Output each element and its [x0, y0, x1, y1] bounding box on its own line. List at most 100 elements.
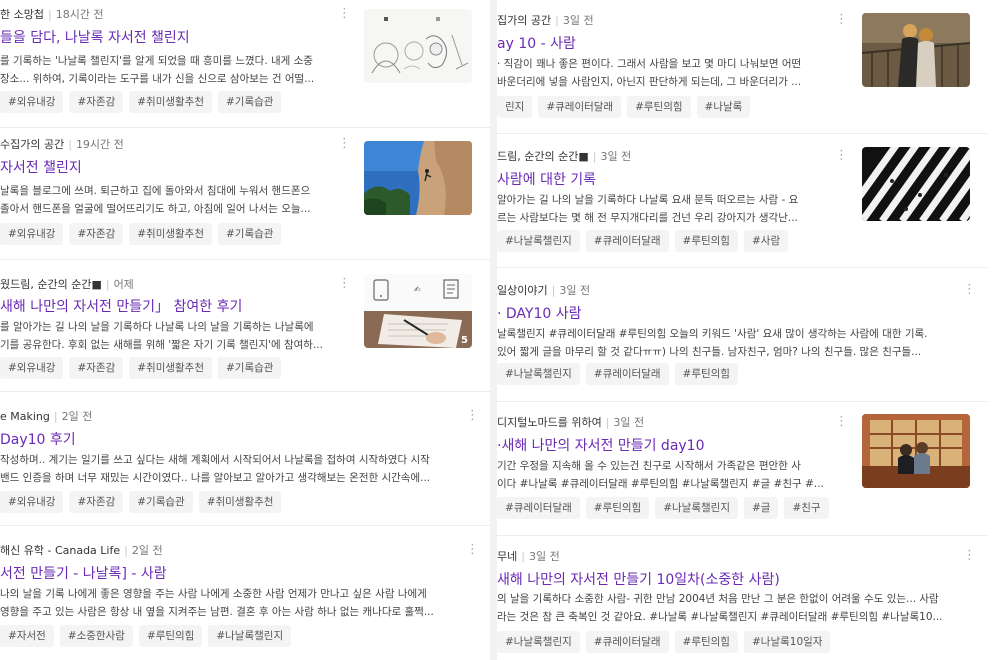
hashtag-chip[interactable]: #외유내강	[0, 91, 64, 113]
post-title[interactable]: · DAY10 사람	[497, 303, 967, 325]
post-title[interactable]: Day10 후기	[0, 429, 470, 451]
author-name[interactable]: 무네	[497, 550, 517, 563]
post-card[interactable]: 일상이야기 | 3일 전 ⋮ · DAY10 사람 날록챌린지 #큐레이터달래 #루…	[497, 270, 987, 402]
more-options-icon[interactable]: ⋮	[466, 542, 479, 560]
hashtag-chip[interactable]: #친구	[784, 497, 829, 519]
post-title[interactable]: 새해 나만의 자서전 만들기」 참여한 후기	[0, 296, 350, 318]
hashtag-chip[interactable]: #기록습관	[218, 357, 282, 379]
hashtag-chip[interactable]: #자존감	[69, 91, 124, 113]
author-name[interactable]: 해신 유학 - Canada Life	[0, 544, 120, 557]
post-time: 18시간 전	[55, 8, 104, 21]
author-name[interactable]: e Making	[0, 410, 50, 423]
more-options-icon[interactable]: ⋮	[963, 282, 976, 300]
hashtag-chip[interactable]: #취미생활추천	[198, 491, 282, 513]
post-title[interactable]: 자서전 챌린지	[0, 157, 350, 179]
author-name[interactable]: 웠드림, 순간의 순간■	[0, 278, 102, 291]
post-title[interactable]: 서전 만들기 - 나날록] - 사람	[0, 563, 470, 585]
author-name[interactable]: 수집가의 공간	[0, 138, 64, 151]
post-card[interactable]: 디지털노마드를 위하여 | 3일 전 ⋮ ·새해 나만의 자서전 만들기 day10…	[497, 404, 987, 536]
left-column: 한 소망첩 | 18시간 전 ⋮ 들을 담다, 나날록 자서전 챌린지 를 기록하는…	[0, 0, 490, 660]
post-card[interactable]: 수집가의 공간 | 19시간 전 ⋮ 자서전 챌린지 날록을 블로그에 쓰며. 퇴근…	[0, 130, 490, 260]
post-thumbnail[interactable]	[862, 147, 970, 221]
author-name[interactable]: 디지털노마드를 위하여	[497, 416, 602, 429]
hashtag-chip[interactable]: #루틴의힘	[674, 363, 738, 385]
hashtag-chip[interactable]: #글	[743, 497, 779, 519]
post-description: 를 알아가는 길 나의 날을 기록하다 나날록 나의 날을 기록하는 나날록에 …	[0, 318, 350, 354]
hashtag-chip[interactable]: #나날록챌린지	[497, 230, 580, 252]
hashtag-chip[interactable]: #자서전	[0, 625, 54, 647]
more-options-icon[interactable]: ⋮	[338, 276, 351, 294]
hashtag-chip[interactable]: #나날록챌린지	[208, 625, 292, 647]
hashtag-chip[interactable]: #기록습관	[218, 223, 282, 245]
card-divider	[0, 259, 490, 260]
post-thumbnail[interactable]: ✍ 5	[364, 274, 472, 348]
post-title[interactable]: ·새해 나만의 자서전 만들기 day10	[497, 435, 847, 457]
post-title[interactable]: 새해 나만의 자서전 만들기 10일차(소중한 사람)	[497, 569, 967, 591]
author-name[interactable]: 집가의 공간	[497, 14, 551, 27]
hashtag-chip[interactable]: #나날록챌린지	[497, 363, 580, 385]
post-thumbnail[interactable]	[364, 141, 472, 215]
hashtag-chip[interactable]: #루틴의힘	[674, 230, 738, 252]
post-card[interactable]: e Making | 2일 전 ⋮ Day10 후기 작성하며.. 계기는 일기를 …	[0, 396, 490, 526]
hashtag-chip[interactable]: #자존감	[69, 491, 124, 513]
crosswalk-photo	[862, 147, 970, 221]
hashtag-chip[interactable]: #취미생활추천	[129, 91, 212, 113]
more-options-icon[interactable]: ⋮	[835, 414, 848, 432]
hashtag-chip[interactable]: 린지	[497, 96, 533, 118]
post-title[interactable]: ay 10 - 사람	[497, 33, 847, 55]
hashtag-chip[interactable]: #루틴의힘	[674, 631, 738, 653]
hashtag-chip[interactable]: #루틴의힘	[627, 96, 691, 118]
post-card[interactable]: 드림, 순간의 순간■ | 3일 전 ⋮ 사람에 대한 기록 알아가는 길 나의 날…	[497, 136, 987, 268]
post-thumbnail[interactable]	[862, 414, 970, 488]
hashtag-chip[interactable]: #자존감	[69, 223, 124, 245]
description-line: 바운더리에 넣을 사람인지, 아닌지 판단하게 되는데, 그 바운더리가 ...	[497, 76, 802, 88]
description-line: 작성하며.. 계기는 일기를 쓰고 싶다는 새해 계획에서 시작되어서 나날록을…	[0, 454, 430, 466]
post-thumbnail[interactable]	[862, 13, 970, 87]
post-card[interactable]: 한 소망첩 | 18시간 전 ⋮ 들을 담다, 나날록 자서전 챌린지 를 기록하는…	[0, 0, 490, 128]
tag-list: #나날록챌린지 #큐레이터달래 #루틴의힘	[497, 362, 744, 386]
hashtag-chip[interactable]: #취미생활추천	[129, 357, 212, 379]
hashtag-chip[interactable]: #나날록10일자	[743, 631, 831, 653]
post-thumbnail[interactable]	[364, 9, 472, 83]
hashtag-chip[interactable]: #사람	[743, 230, 789, 252]
more-options-icon[interactable]: ⋮	[338, 136, 351, 154]
tag-list: #외유내강 #자존감 #기록습관 #취미생활추천	[0, 490, 287, 514]
hashtag-chip[interactable]: #루틴의힘	[138, 625, 203, 647]
more-options-icon[interactable]: ⋮	[338, 6, 351, 24]
hashtag-chip[interactable]: #큐레이터달래	[585, 230, 669, 252]
post-title[interactable]: 들을 담다, 나날록 자서전 챌린지	[0, 27, 350, 49]
more-options-icon[interactable]: ⋮	[963, 548, 976, 566]
post-card[interactable]: 무네 | 3일 전 ⋮ 새해 나만의 자서전 만들기 10일차(소중한 사람) 의 …	[497, 538, 987, 660]
tag-list: #외유내강 #자존감 #취미생활추천 #기록습관	[0, 90, 287, 114]
friends-hugging-photo	[862, 414, 970, 488]
hashtag-chip[interactable]: #외유내강	[0, 357, 64, 379]
post-card[interactable]: 웠드림, 순간의 순간■ | 어제 ⋮ 새해 나만의 자서전 만들기」 참여한 후기…	[0, 262, 490, 392]
hashtag-chip[interactable]: #큐레이터달래	[585, 363, 669, 385]
post-time: 3일 전	[600, 150, 632, 163]
hashtag-chip[interactable]: #기록습관	[218, 91, 282, 113]
hashtag-chip[interactable]: #취미생활추천	[129, 223, 212, 245]
hashtag-chip[interactable]: #큐레이터달래	[538, 96, 622, 118]
author-name[interactable]: 일상이야기	[497, 284, 548, 297]
more-options-icon[interactable]: ⋮	[835, 148, 848, 166]
post-card[interactable]: 해신 유학 - Canada Life | 2일 전 ⋮ 서전 만들기 - 나날록]…	[0, 530, 490, 660]
hashtag-chip[interactable]: #큐레이터달래	[585, 631, 669, 653]
hashtag-chip[interactable]: #루틴의힘	[585, 497, 650, 519]
hashtag-chip[interactable]: #나날록	[696, 96, 751, 118]
author-name[interactable]: 한 소망첩	[0, 8, 44, 21]
hashtag-chip[interactable]: #외유내강	[0, 223, 64, 245]
hashtag-chip[interactable]: #외유내강	[0, 491, 64, 513]
post-title[interactable]: 사람에 대한 기록	[497, 169, 847, 191]
hashtag-chip[interactable]: #기록습관	[129, 491, 193, 513]
more-options-icon[interactable]: ⋮	[466, 408, 479, 426]
hashtag-chip[interactable]: #소중한사람	[59, 625, 133, 647]
post-card[interactable]: 집가의 공간 | 3일 전 ⋮ ay 10 - 사람 · 직감이 꽤나 좋은 편이다…	[497, 0, 987, 134]
hashtag-chip[interactable]: #나날록챌린지	[497, 631, 580, 653]
post-meta: 무네 | 3일 전	[497, 548, 560, 566]
hashtag-chip[interactable]: #큐레이터달래	[497, 497, 580, 519]
post-description: 날록챌린지 #큐레이터달래 #루틴의힘 오늘의 키워드 '사람' 요새 많이 생…	[497, 325, 967, 361]
hashtag-chip[interactable]: #나날록챌린지	[655, 497, 738, 519]
author-name[interactable]: 드림, 순간의 순간■	[497, 150, 589, 163]
more-options-icon[interactable]: ⋮	[835, 12, 848, 30]
hashtag-chip[interactable]: #자존감	[69, 357, 124, 379]
